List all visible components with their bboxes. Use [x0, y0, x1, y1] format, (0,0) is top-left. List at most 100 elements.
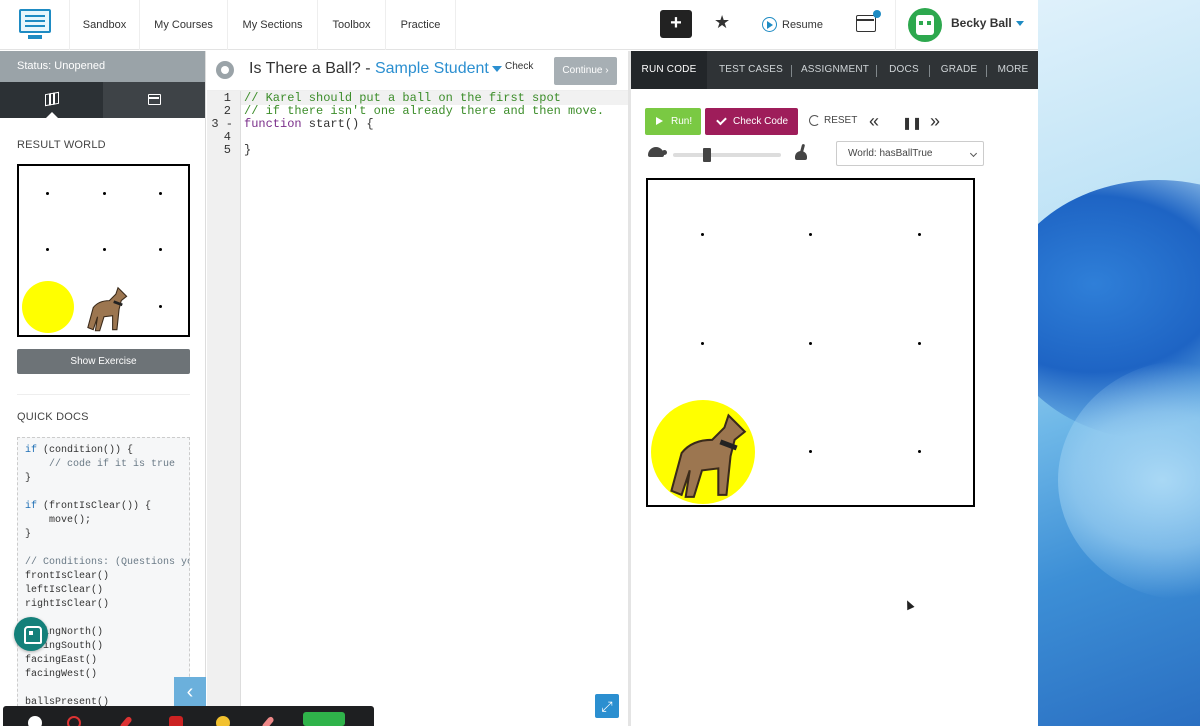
code-keyword: if: [25, 445, 38, 456]
tab-assignment[interactable]: ASSIGNMENT: [797, 51, 873, 89]
grid-dot: [809, 233, 812, 236]
code-text: }: [25, 529, 32, 540]
code-comment: // code if it is true: [25, 459, 176, 470]
code-text: leftIsClear(): [25, 585, 104, 596]
code-keyword: function: [244, 117, 302, 131]
quick-docs-line: facingEast(): [25, 654, 182, 668]
quick-docs-line: [25, 486, 182, 500]
tab-test-cases[interactable]: TEST CASES: [713, 51, 789, 89]
user-menu[interactable]: Becky Ball: [895, 0, 1038, 50]
quick-docs-line: [25, 612, 182, 626]
speed-slider-thumb[interactable]: [703, 148, 711, 162]
tab-world-map[interactable]: [0, 82, 103, 118]
gutter-number: 1: [223, 91, 231, 105]
nav-toolbox[interactable]: Toolbox: [318, 0, 386, 50]
notification-dot: [873, 10, 881, 18]
quick-docs-line: [25, 682, 182, 696]
nav-practice[interactable]: Practice: [386, 0, 456, 50]
pause-icon[interactable]: [28, 716, 42, 726]
help-icon[interactable]: [14, 617, 48, 651]
resume-button[interactable]: Resume: [762, 16, 823, 34]
ball-icon: [22, 281, 74, 333]
divider: [17, 394, 190, 395]
student-selector[interactable]: Sample Student: [375, 60, 489, 77]
quick-docs-code: if (condition()) { // code if it is true…: [17, 437, 190, 726]
quick-docs-line: facingNorth(): [25, 626, 182, 640]
tab-separator: [986, 65, 987, 77]
calendar-icon[interactable]: [856, 10, 881, 32]
gutter-number: 5: [223, 143, 231, 157]
nav-my-courses[interactable]: My Courses: [140, 0, 228, 50]
grid-dot: [918, 233, 921, 236]
pause-icon[interactable]: ❚❚: [902, 113, 922, 133]
quick-docs-line: facingSouth(): [25, 640, 182, 654]
speed-slider-track[interactable]: [673, 153, 781, 157]
code-text: rightIsClear(): [25, 599, 110, 610]
line-gutter: [207, 91, 241, 716]
left-sidebar: Status: Unopened RESULT WORLD Show Exerc…: [0, 51, 206, 726]
code-text: }: [25, 473, 32, 484]
rewind-icon[interactable]: «: [869, 111, 879, 131]
collapse-sidebar-button[interactable]: ‹: [174, 677, 206, 709]
gutter-number: 3 -: [211, 117, 233, 131]
quick-docs-line: if (frontIsClear()) {: [25, 500, 182, 514]
grid-dot: [701, 342, 704, 345]
codehs-logo[interactable]: [0, 0, 70, 50]
user-name: Becky Ball: [951, 16, 1012, 30]
continue-button[interactable]: Continue ›: [554, 57, 617, 85]
shape-icon[interactable]: [169, 716, 183, 726]
quick-docs-line: move();: [25, 514, 182, 528]
gutter-number: 4: [223, 130, 231, 144]
timer-icon[interactable]: [67, 716, 81, 726]
nav-my-sections[interactable]: My Sections: [228, 0, 318, 50]
star-icon[interactable]: ★: [714, 12, 730, 33]
code-text: (condition()) {: [37, 445, 134, 456]
camera-icon[interactable]: [303, 712, 345, 726]
reset-label: RESET: [824, 115, 858, 126]
exercise-name: Is There a Ball? -: [249, 60, 375, 77]
gutter-number: 2: [223, 104, 231, 118]
tab-run-code[interactable]: RUN CODE: [631, 51, 707, 89]
fast-forward-icon[interactable]: »: [930, 111, 940, 131]
expand-editor-button[interactable]: ⤢: [595, 694, 619, 718]
top-navbar: Sandbox My Courses My Sections Toolbox P…: [0, 0, 1038, 50]
grid-dot: [103, 192, 106, 195]
karel-world-grid: [646, 178, 975, 507]
run-button[interactable]: Run!: [645, 108, 701, 135]
run-panel: RUN CODE TEST CASES ASSIGNMENT DOCS GRAD…: [631, 51, 1038, 726]
reset-button[interactable]: RESET: [809, 114, 857, 128]
show-exercise-button[interactable]: Show Exercise: [17, 349, 190, 374]
tab-window[interactable]: [102, 82, 205, 118]
quick-docs-line: facingWest(): [25, 668, 182, 682]
avatar: [908, 8, 942, 42]
turtle-icon: [648, 147, 667, 157]
tab-docs[interactable]: DOCS: [881, 51, 927, 89]
app-window: Sandbox My Courses My Sections Toolbox P…: [0, 0, 1038, 726]
code-comment: // Conditions: (Questions you: [25, 557, 190, 568]
grid-dot: [159, 248, 162, 251]
code-editor[interactable]: 1 2 3 - 4 5 // Karel should put a ball o…: [207, 91, 628, 716]
chevron-down-icon[interactable]: [491, 65, 502, 72]
quick-docs-label: QUICK DOCS: [17, 411, 89, 423]
eraser-icon[interactable]: [261, 715, 275, 726]
check-code-button[interactable]: Check Code: [705, 108, 798, 135]
window-icon: [147, 94, 161, 105]
grid-dot: [159, 192, 162, 195]
create-plus-button[interactable]: +: [660, 10, 692, 38]
code-text: facingWest(): [25, 669, 98, 680]
tab-more[interactable]: MORE: [991, 51, 1035, 89]
quick-docs-line: // code if it is true: [25, 458, 182, 472]
pen-icon[interactable]: [119, 715, 133, 726]
world-select[interactable]: World: hasBallTrue: [836, 141, 984, 166]
nav-sandbox[interactable]: Sandbox: [70, 0, 140, 50]
tab-grade[interactable]: GRADE: [935, 51, 983, 89]
map-icon: [45, 91, 59, 107]
reset-icon: [809, 115, 820, 126]
quick-docs-line: if (condition()) {: [25, 444, 182, 458]
check-label[interactable]: Check: [505, 61, 533, 72]
gear-icon[interactable]: [216, 61, 234, 79]
quick-docs-line: leftIsClear(): [25, 584, 182, 598]
emoji-icon[interactable]: [216, 716, 230, 726]
